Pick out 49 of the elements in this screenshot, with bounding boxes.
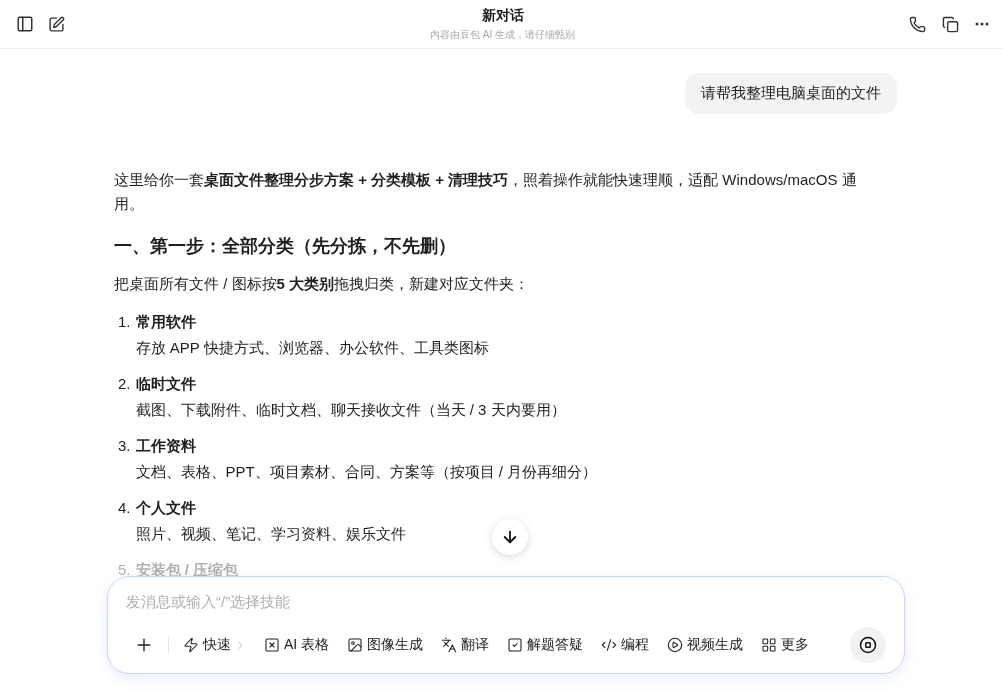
section-heading: 一、第一步：全部分类（先分拣，不先删） (114, 235, 457, 258)
list-item-title: 临时文件 (135, 374, 197, 394)
user-message: 请帮我整理电脑桌面的文件 (685, 73, 897, 114)
list-number: 3. (118, 436, 131, 456)
more-icon (975, 22, 989, 26)
arrow-down-icon (501, 528, 519, 546)
chat-title: 新对话 (481, 6, 524, 25)
skill-button[interactable]: 翻译 (433, 632, 498, 658)
list-item-text: 文档、表格、PPT、项目素材、合同、方案等（按项目 / 月份再细分） (135, 462, 598, 482)
phone-button[interactable] (909, 15, 926, 33)
skill-button[interactable]: 快速 (175, 632, 254, 658)
scroll-down-button[interactable] (492, 519, 528, 555)
sidebar-icon (16, 15, 34, 33)
skill-button[interactable]: AI 表格 (256, 632, 338, 658)
play-icon (667, 637, 684, 653)
skill-button[interactable]: 解题答疑 (499, 632, 592, 658)
copy-button[interactable] (942, 15, 959, 33)
stop-icon (859, 636, 877, 654)
skill-button[interactable]: 编程 (593, 632, 658, 658)
more-button[interactable] (975, 22, 989, 26)
image-icon (347, 637, 364, 653)
voice-button[interactable] (850, 627, 886, 663)
list-item-title: 个人文件 (135, 498, 197, 518)
code-icon (601, 637, 618, 653)
sidebar-toggle-button[interactable] (16, 15, 34, 33)
new-chat-button[interactable] (48, 15, 65, 33)
skill-button[interactable]: 更多 (753, 632, 818, 658)
list-item-text: 照片、视频、笔记、学习资料、娱乐文件 (135, 524, 406, 544)
list-number: 5. (118, 560, 131, 580)
table-icon (264, 637, 280, 653)
check-square-icon (507, 637, 524, 653)
lightning-icon (183, 637, 199, 653)
list-item-text: 截图、下载附件、临时文档、聊天接收文件（当天 / 3 天内要用） (135, 400, 566, 420)
skill-button[interactable]: 视频生成 (659, 632, 752, 658)
skill-button[interactable]: 图像生成 (339, 632, 432, 658)
list-number: 1. (118, 312, 131, 332)
list-number: 4. (118, 498, 131, 518)
reply-paragraph: 这里给你一套桌面文件整理分步方案 + 分类模板 + 清理技巧，照着操作就能快速理顺，适配 Windows/macOS 通用。 (114, 170, 858, 214)
phone-icon (909, 15, 926, 33)
list-item-text: 存放 APP 快捷方式、浏览器、办公软件、工具类图标 (135, 338, 489, 358)
list-item-title: 工作资料 (135, 436, 197, 456)
edit-icon (48, 15, 65, 33)
list-item-title: 常用软件 (135, 312, 197, 332)
reply-paragraph: 把桌面所有文件 / 图标按5 大类别拖拽归类，新建对应文件夹： (114, 274, 531, 294)
disclaimer-text: 内容由豆包 AI 生成，请仔细甄别 (430, 27, 575, 42)
list-number: 2. (118, 374, 131, 394)
grid-icon (761, 637, 778, 653)
copy-icon (942, 15, 959, 33)
translate-icon (441, 637, 458, 653)
